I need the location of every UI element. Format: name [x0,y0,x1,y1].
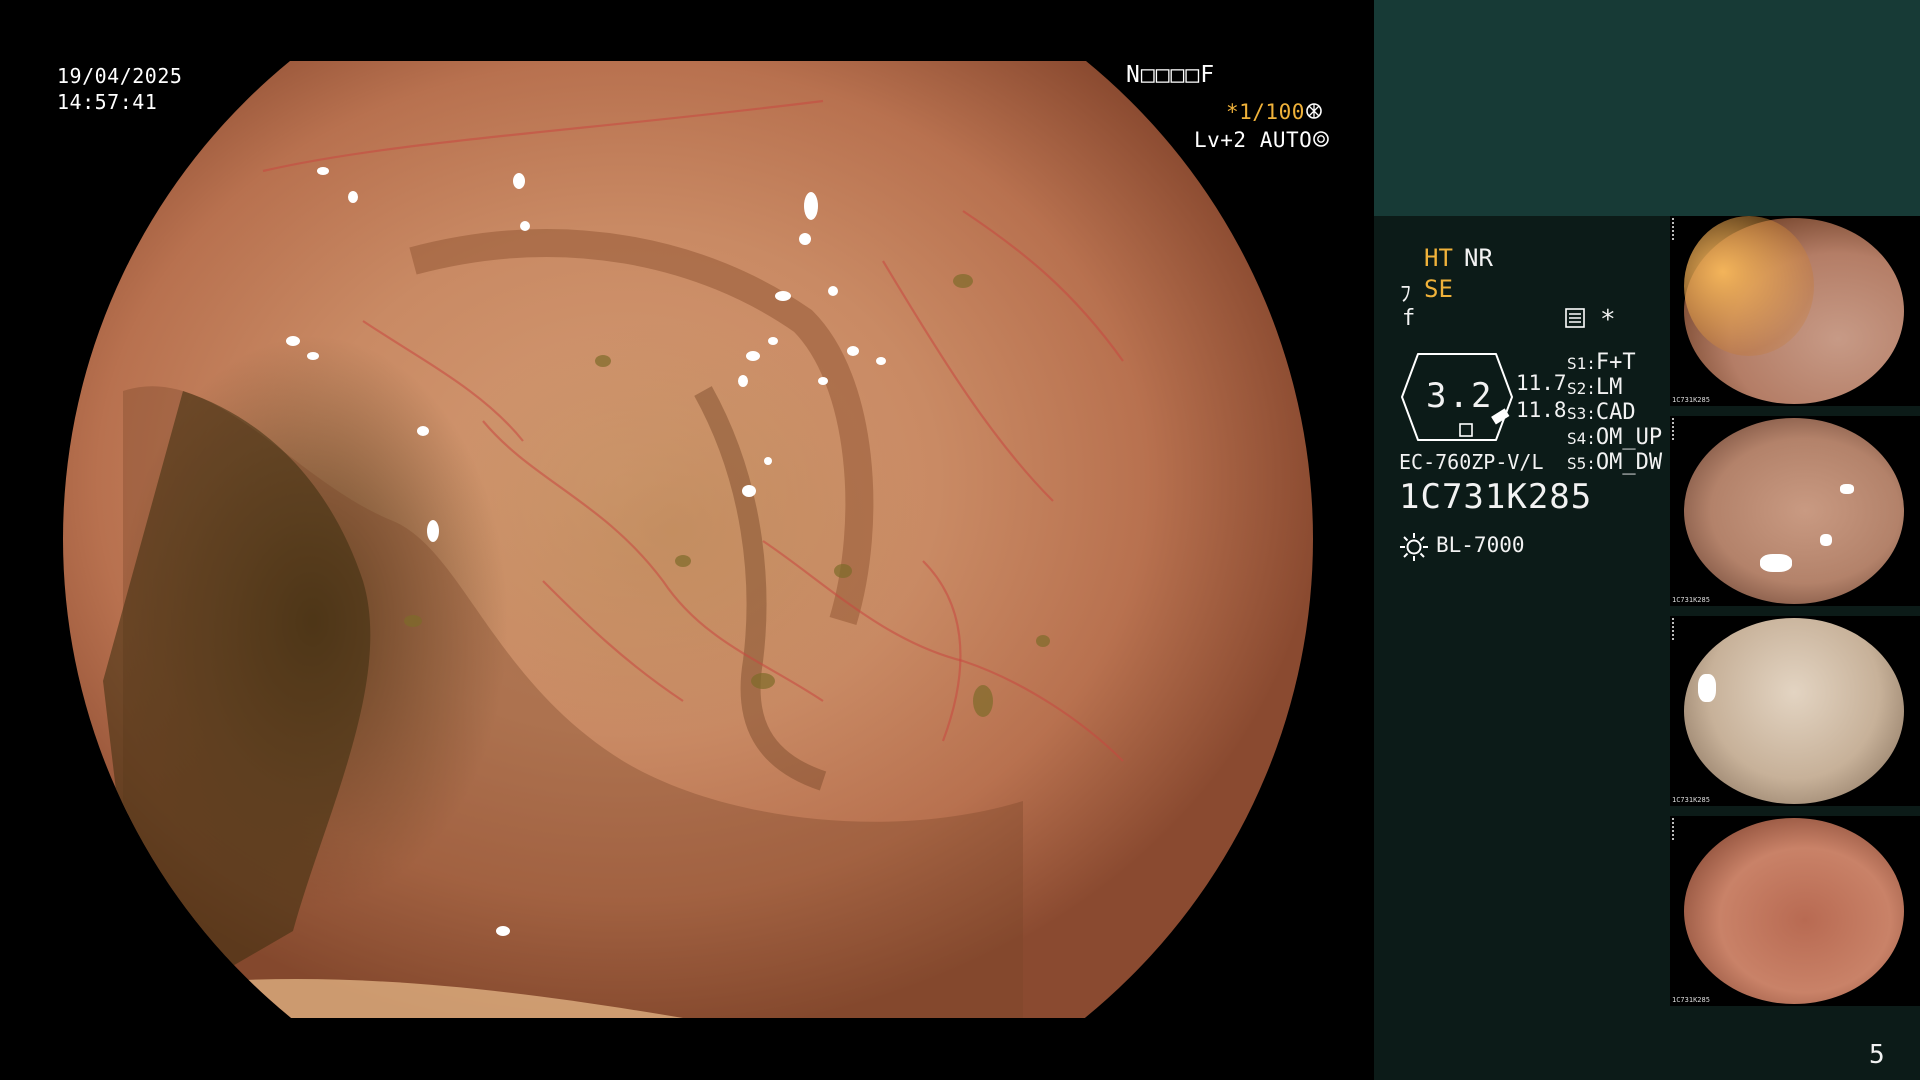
iris-icon [1312,128,1330,154]
mode-se: SE [1424,275,1453,303]
readout-b: 11.8 [1516,398,1567,422]
light-source-model: BL-7000 [1436,533,1525,557]
thumbnail-image [1684,418,1904,604]
switch-key: S2: [1567,379,1596,398]
date-text: 19/04/2025 [57,64,183,88]
thumbnail-image [1684,818,1904,1004]
thumbnail-label: 1C731K285 [1672,396,1710,404]
switch-value: F+T [1595,350,1636,375]
scope-switch-1: S1:F+T [1567,350,1636,375]
status-panel: HT NR ﾌ SE f * 3.2 11.7 11.8 S1:F+T S2:L… [1374,0,1920,1080]
scope-switch-3: S3:CAD [1567,400,1636,425]
endoscopic-image [63,61,1313,1018]
shutter-icon [1305,100,1323,126]
thumbnail-overlay [1672,818,1688,840]
iris-mode-text: AUTO [1259,128,1313,152]
captured-thumbnail[interactable]: 1C731K285 [1670,616,1920,806]
thumbnail-overlay [1672,418,1688,440]
switch-value: OM_UP [1595,425,1663,450]
thumbnail-label: 1C731K285 [1672,996,1710,1004]
mode-nr: NR [1464,244,1493,272]
scope-switch-4: S4:OM_UP [1567,425,1662,450]
light-source-icon [1399,532,1429,562]
thumbnail-glare [1684,216,1814,356]
time-text: 14:57:41 [57,90,158,114]
brightness-level-readout: Lv+2 AUTO [1194,127,1330,154]
zoom-value: 3.2 [1426,376,1494,416]
captured-thumbnail[interactable]: 1C731K285 [1670,816,1920,1006]
scope-switch-2: S2:LM [1567,375,1622,400]
thumbnail-image [1684,618,1904,804]
mucosa-detail [63,99,1124,1018]
shutter-text: *1/100 [1226,100,1305,124]
structure-enhancement-glyph: ﾌ [1400,282,1412,307]
endoscope-main-view: 19/04/2025 14:57:41 N□□□□F *1/100 Lv+2 A… [0,0,1372,1080]
level-text: Lv+2 [1194,128,1247,152]
glare-spot [1840,484,1854,494]
settings-list-icon [1564,307,1586,329]
shutter-speed-readout: *1/100 [1226,99,1323,126]
captured-thumbnail[interactable]: 1C731K285 [1670,216,1920,406]
page-number: 5 [1869,1040,1885,1070]
switch-value: OM_DW [1595,450,1663,475]
thumbnail-label: 1C731K285 [1672,796,1710,804]
readout-a: 11.7 [1516,371,1567,395]
switch-value: CAD [1595,400,1636,425]
thumbnail-overlay [1672,218,1688,240]
asterisk-indicator: * [1600,305,1616,335]
scope-model: EC-760ZP-V/L [1399,450,1544,474]
glare-spot [1698,674,1716,702]
switch-key: S1: [1567,354,1596,373]
date-time-readout: 19/04/2025 14:57:41 [57,63,182,115]
glare-spot [1760,554,1792,572]
switch-value: LM [1595,375,1623,400]
scope-switch-5: S5:OM_DW [1567,450,1662,475]
thumbnail-overlay [1672,618,1688,640]
switch-key: S3: [1567,404,1596,423]
glare-spot [1820,534,1832,546]
switch-key: S5: [1567,454,1596,473]
captured-thumbnail[interactable]: 1C731K285 [1670,416,1920,606]
scope-serial: 1C731K285 [1399,477,1593,517]
switch-key: S4: [1567,429,1596,448]
panel-header [1374,0,1920,216]
mode-ht: HT [1424,244,1453,272]
filter-glyph: f [1402,306,1416,331]
thumbnail-label: 1C731K285 [1672,596,1710,604]
patient-id: N□□□□F [1126,62,1216,88]
